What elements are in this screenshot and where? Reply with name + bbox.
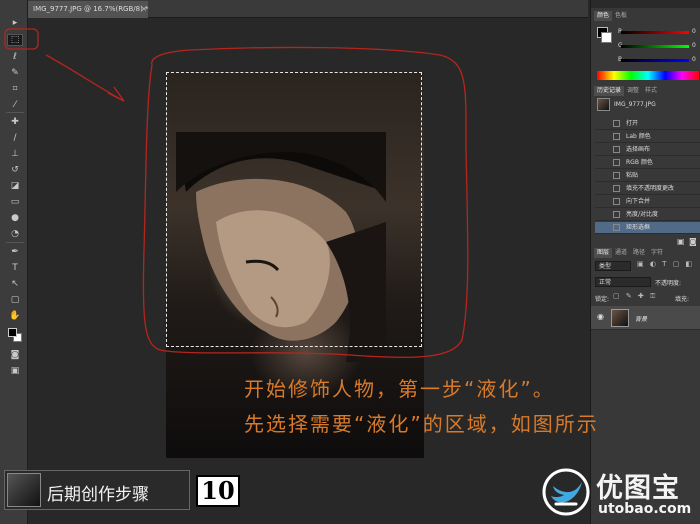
foreground-color-swatch[interactable] [8,328,17,337]
caption-line-2: 先选择需要“液化”的区域，如图所示 [244,412,599,436]
b-slider[interactable] [621,59,689,62]
tab-styles[interactable]: 样式 [642,86,660,96]
color-spectrum-bar[interactable] [597,71,699,80]
history-item[interactable]: 选择画布 [595,144,700,156]
tab-history[interactable]: 历史记录 [594,86,625,96]
eraser-tool-icon[interactable]: ◪ [8,181,22,191]
close-icon[interactable]: × [141,1,147,18]
opacity-label: 不透明度: [655,280,682,287]
history-step-icon [613,185,620,192]
history-item[interactable]: RGB 颜色 [595,157,700,169]
history-item[interactable]: Lab 颜色 [595,131,700,143]
quick-select-tool-icon[interactable]: ✎ [8,68,22,78]
g-value[interactable]: 0 [692,42,696,49]
path-select-tool-icon[interactable]: ↖ [8,279,22,289]
history-step-icon [613,224,620,231]
history-step-icon [613,120,620,127]
tab-character[interactable]: 字符 [648,248,666,258]
document-title: IMG_9777.JPG @ 16.7%(RGB/8) * [33,5,149,13]
g-slider[interactable] [621,45,689,48]
toolbar-divider [6,242,24,243]
crop-tool-icon[interactable]: ⌗ [8,84,22,94]
healing-brush-tool-icon[interactable]: ✚ [8,117,22,127]
history-step-icon [613,172,620,179]
document-tab[interactable]: IMG_9777.JPG @ 16.7%(RGB/8) * × [28,1,149,18]
tab-adjustments[interactable]: 调整 [624,86,642,96]
hand-tool-icon[interactable]: ✋ [8,311,22,321]
layers-panel-tabs: 图层 通道 路径 字符 [594,248,666,258]
history-snapshot-name[interactable]: IMG_9777.JPG [614,101,656,108]
step-thumbnail [7,473,41,507]
history-item[interactable]: 亮度/对比度 [595,209,700,221]
brush-tool-icon[interactable]: / [8,133,22,143]
history-item[interactable]: 向下合并 [595,196,700,208]
rect-marquee-tool-icon[interactable]: ⬚ [7,34,23,46]
lock-icons[interactable]: ▢ ✎ ✚ ⚿ [613,292,657,301]
screen-mode-icon[interactable]: ▣ [8,366,22,376]
bird-logo-icon [542,468,590,516]
logo-wordmark: 优图宝 [596,473,680,504]
camera-icon[interactable]: ◙ [689,237,697,246]
history-step-icon [613,146,620,153]
layer-filter-select[interactable]: 类型 [595,261,631,271]
history-item[interactable]: 打开 [595,118,700,130]
blend-mode-select[interactable]: 正常 [595,277,651,287]
eyedropper-tool-icon[interactable]: ⁄ [8,100,22,110]
lasso-tool-icon[interactable]: ℓ [8,52,22,62]
fill-label: 填充: [675,296,690,303]
history-snapshot-thumb[interactable] [597,98,610,111]
bg-color-chip[interactable] [601,32,612,43]
clone-stamp-tool-icon[interactable]: ⊥ [8,149,22,159]
lock-label: 锁定: [595,296,610,303]
tools-panel: ▸ ⬚ ℓ ✎ ⌗ ⁄ ✚ / ⊥ ↺ ◪ ▭ ● ◔ ✒ T ↖ ▢ ✋ ◙ … [0,0,28,524]
tab-channels[interactable]: 通道 [612,248,630,258]
marquee-selection[interactable] [166,72,422,347]
move-tool-icon[interactable]: ▸ [8,18,22,28]
toolbar-divider [6,112,24,113]
b-value[interactable]: 0 [692,56,696,63]
layer-row[interactable]: ◉ 背景 [591,306,700,330]
blur-tool-icon[interactable]: ● [8,213,22,223]
r-slider[interactable] [621,31,689,34]
pen-tool-icon[interactable]: ✒ [8,247,22,257]
tab-color[interactable]: 颜色 [594,11,613,21]
caption-line-1: 开始修饰人物，第一步“液化”。 [244,377,555,401]
layer-thumbnail [611,309,629,327]
dodge-tool-icon[interactable]: ◔ [8,229,22,239]
history-item-active[interactable]: 矩形选框 [595,222,700,234]
color-panel-tabs: 颜色 色板 [594,11,630,21]
tab-swatches[interactable]: 色板 [612,11,630,21]
tab-paths[interactable]: 路径 [630,248,648,258]
logo-url: utobao.com [598,501,692,517]
step-badge: 后期创作步骤 [4,470,190,510]
layer-filter-icons[interactable]: ▣ ◐ T ▢ ◧ [637,260,694,268]
document-tab-bar: IMG_9777.JPG @ 16.7%(RGB/8) * × [28,0,588,18]
gradient-tool-icon[interactable]: ▭ [8,197,22,207]
panels-dock: 颜色 色板 R 0 G 0 B 0 历史记录 调整 样式 IMG_9777.JP… [590,0,700,524]
history-step-icon [613,198,620,205]
history-item[interactable]: 粘贴 [595,170,700,182]
history-brush-tool-icon[interactable]: ↺ [8,165,22,175]
shape-tool-icon[interactable]: ▢ [8,295,22,305]
site-logo: 优图宝 utobao.com [538,464,698,522]
new-snapshot-icon[interactable]: ▣ [677,237,685,246]
step-number: 10 [196,475,240,507]
quick-mask-icon[interactable]: ◙ [8,350,22,360]
tab-layers[interactable]: 图层 [594,248,613,258]
r-value[interactable]: 0 [692,28,696,35]
history-item[interactable]: 填充不透明度更改 [595,183,700,195]
visibility-eye-icon[interactable]: ◉ [597,312,604,321]
panel-header-strip [591,0,700,8]
step-label: 后期创作步骤 [47,485,149,505]
history-step-icon [613,159,620,166]
layer-name[interactable]: 背景 [635,314,647,323]
history-step-icon [613,211,620,218]
history-step-icon [613,133,620,140]
history-panel-tabs: 历史记录 调整 样式 [594,86,660,96]
type-tool-icon[interactable]: T [8,263,22,273]
